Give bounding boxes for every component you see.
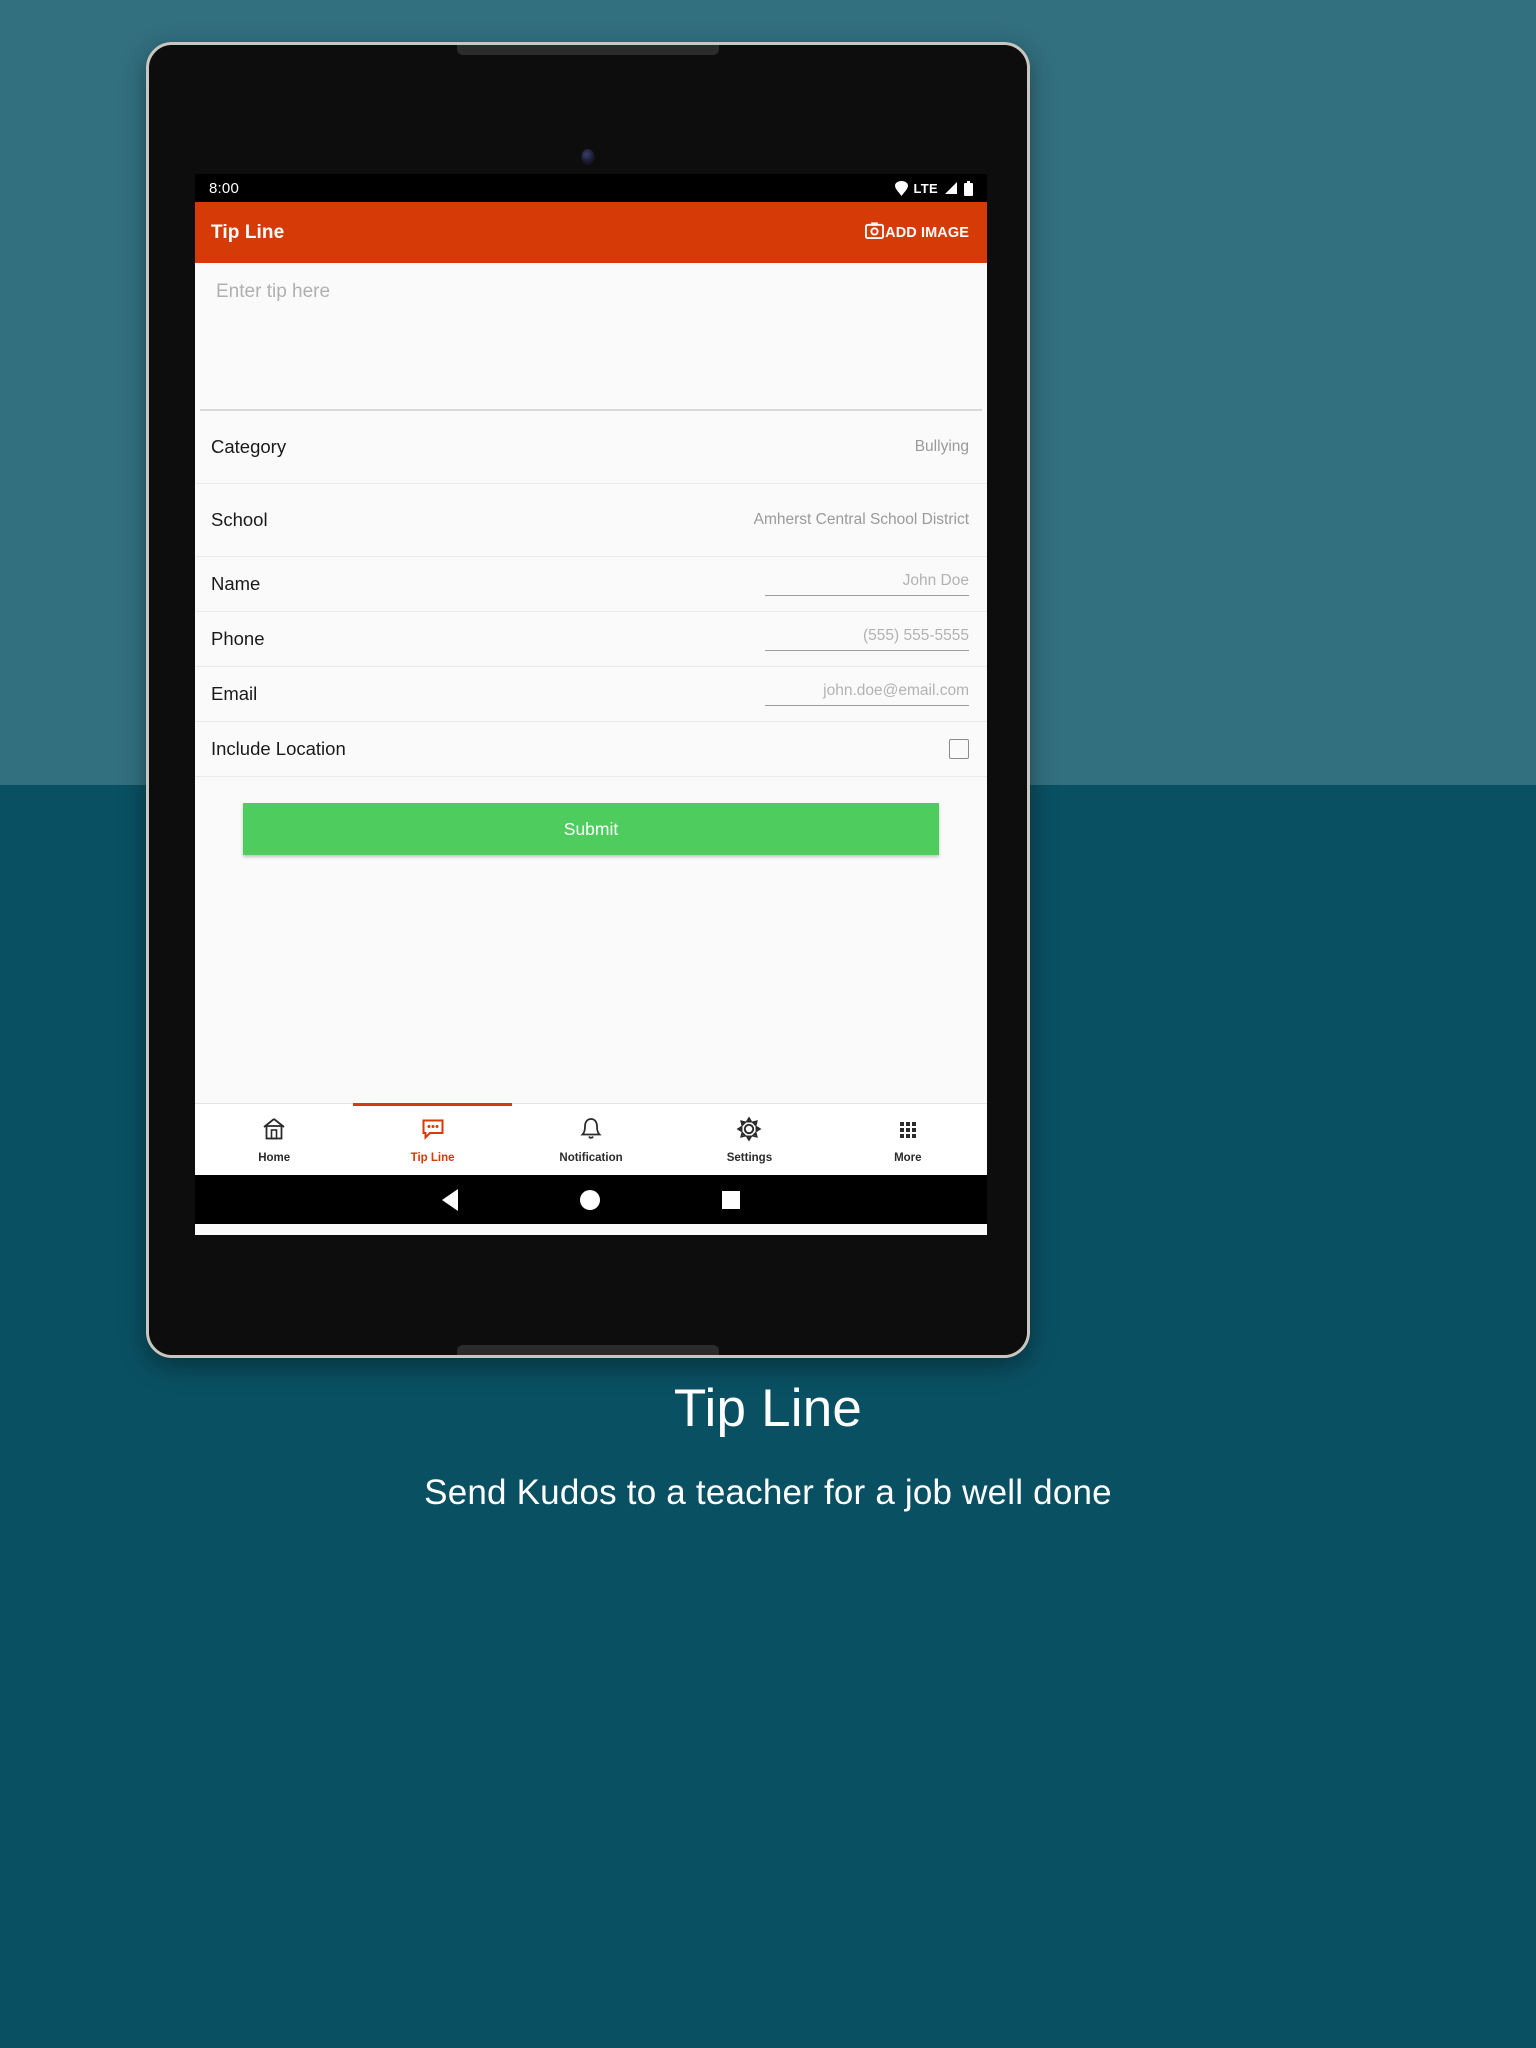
nav-item-home[interactable]: Home — [195, 1104, 353, 1175]
grid-dots-icon — [895, 1116, 921, 1147]
row-name[interactable]: Name John Doe — [195, 557, 987, 612]
nav-label-settings: Settings — [726, 1151, 773, 1164]
tablet-device-frame: 8:00 LTE Tip Line ADD IMAGE Enter tip he… — [146, 42, 1030, 1358]
name-placeholder: John Doe — [902, 572, 969, 589]
email-placeholder: john.doe@email.com — [823, 682, 969, 699]
row-category[interactable]: Category Bullying — [195, 411, 987, 484]
content-filler — [195, 855, 987, 1103]
status-bar: 8:00 LTE — [195, 174, 987, 202]
camera-icon — [865, 221, 885, 245]
home-icon — [261, 1116, 287, 1147]
android-system-nav — [195, 1175, 987, 1224]
nav-label-tip-line: Tip Line — [410, 1151, 455, 1164]
submit-area: Submit — [195, 777, 987, 855]
nav-item-tip-line[interactable]: Tip Line — [353, 1103, 513, 1175]
gear-icon — [736, 1116, 762, 1147]
row-school[interactable]: School Amherst Central School District — [195, 484, 987, 557]
row-label-email: Email — [211, 683, 258, 704]
row-label-school: School — [211, 509, 268, 530]
bottom-navigation: Home Tip Line Notification Settings More — [195, 1103, 987, 1175]
caption: Tip Line Send Kudos to a teacher for a j… — [0, 1379, 1536, 1513]
nav-label-home: Home — [258, 1151, 291, 1164]
email-input[interactable]: john.doe@email.com — [765, 682, 969, 706]
row-value-category: Bullying — [914, 438, 969, 455]
nav-label-more: More — [894, 1151, 922, 1164]
page-title: Tip Line — [211, 221, 285, 243]
caption-subtitle: Send Kudos to a teacher for a job well d… — [424, 1473, 1112, 1513]
caption-title: Tip Line — [673, 1379, 863, 1438]
tip-textarea[interactable]: Enter tip here — [200, 263, 982, 411]
row-phone[interactable]: Phone (555) 555-5555 — [195, 612, 987, 667]
tip-placeholder: Enter tip here — [216, 281, 331, 302]
name-input[interactable]: John Doe — [765, 572, 969, 596]
bell-icon — [578, 1116, 604, 1147]
nav-item-more[interactable]: More — [829, 1104, 987, 1175]
front-camera-icon — [581, 149, 595, 165]
row-label-phone: Phone — [211, 628, 265, 649]
device-screen: 8:00 LTE Tip Line ADD IMAGE Enter tip he… — [195, 174, 987, 1235]
app-bar: Tip Line ADD IMAGE — [195, 202, 987, 263]
device-bottom-notch — [457, 1345, 719, 1355]
signal-icon — [944, 181, 958, 195]
network-type-label: LTE — [913, 180, 938, 196]
add-image-button[interactable]: ADD IMAGE — [865, 221, 969, 245]
nav-item-notification[interactable]: Notification — [512, 1104, 670, 1175]
status-icons: LTE — [894, 180, 973, 196]
wifi-icon — [894, 180, 908, 196]
phone-input[interactable]: (555) 555-5555 — [765, 627, 969, 651]
row-value-school: Amherst Central School District — [753, 511, 969, 528]
nav-label-notification: Notification — [559, 1151, 623, 1164]
home-circle-icon[interactable] — [580, 1189, 600, 1210]
add-image-label: ADD IMAGE — [885, 224, 969, 241]
row-label-name: Name — [211, 573, 261, 594]
row-include-location[interactable]: Include Location — [195, 722, 987, 777]
row-email[interactable]: Email john.doe@email.com — [195, 667, 987, 722]
nav-item-settings[interactable]: Settings — [670, 1104, 828, 1175]
status-time: 8:00 — [209, 179, 239, 197]
battery-icon — [964, 180, 973, 196]
row-label-include-location: Include Location — [211, 738, 346, 759]
speaker-notch — [457, 45, 719, 55]
back-triangle-icon[interactable] — [442, 1188, 458, 1211]
submit-button[interactable]: Submit — [243, 803, 939, 855]
chat-bubble-icon — [420, 1116, 446, 1147]
recents-square-icon[interactable] — [722, 1190, 740, 1209]
phone-placeholder: (555) 555-5555 — [863, 627, 969, 644]
row-label-category: Category — [211, 436, 287, 457]
include-location-checkbox[interactable] — [949, 739, 969, 759]
